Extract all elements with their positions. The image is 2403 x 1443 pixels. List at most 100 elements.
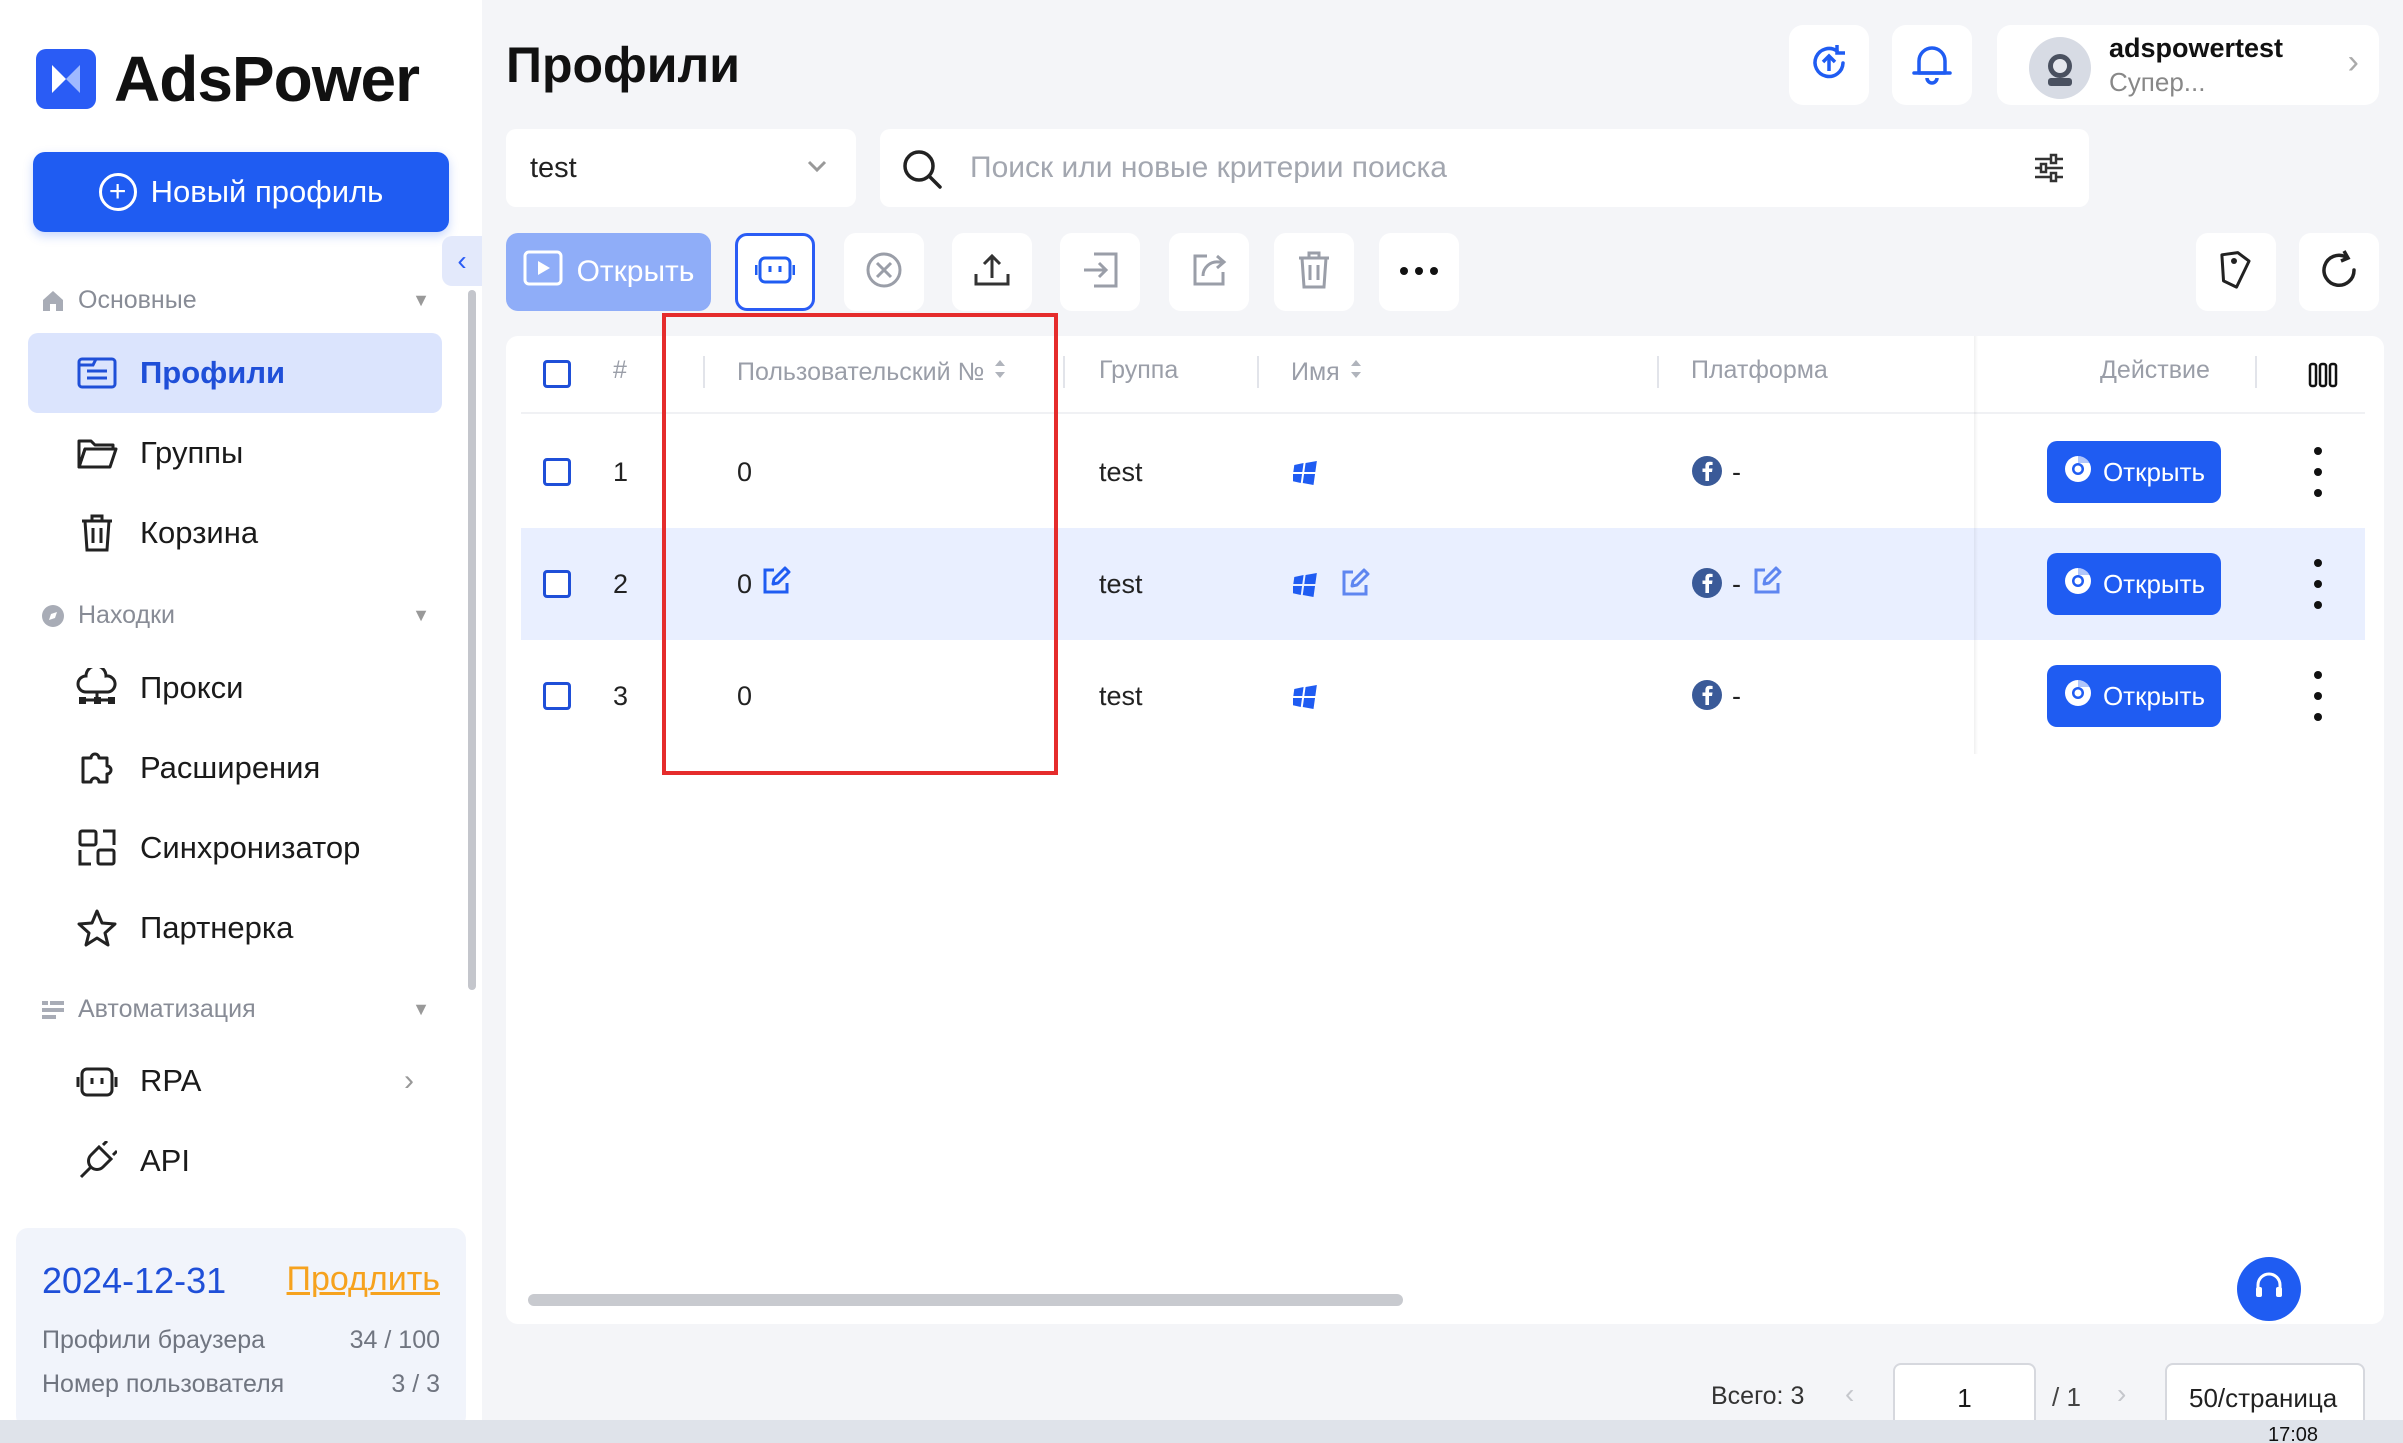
row-group: test bbox=[1099, 569, 1143, 599]
support-chat-button[interactable] bbox=[2237, 1257, 2301, 1321]
open-profile-button[interactable]: Открыть bbox=[2047, 553, 2221, 615]
sidebar-item-label: Группы bbox=[140, 435, 244, 470]
sidebar-item-label: Партнерка bbox=[140, 910, 294, 945]
plug-icon bbox=[76, 1140, 118, 1182]
collapse-sidebar-button[interactable]: ‹ bbox=[442, 236, 482, 286]
row-checkbox[interactable] bbox=[543, 570, 571, 598]
caret-down-icon: ▼ bbox=[412, 999, 430, 1019]
search-icon bbox=[900, 147, 944, 196]
upload-icon bbox=[972, 250, 1012, 295]
next-page-icon[interactable]: › bbox=[2117, 1378, 2126, 1410]
row-more-icon[interactable] bbox=[2310, 671, 2326, 721]
compass-icon bbox=[40, 603, 66, 629]
move-to-group-button[interactable] bbox=[1060, 233, 1140, 311]
windows-icon bbox=[1292, 684, 1319, 715]
tags-button[interactable] bbox=[2196, 233, 2276, 311]
sidebar: AdsPower + Новый профиль Основные ▼ Проф… bbox=[0, 0, 482, 1428]
folder-icon bbox=[76, 432, 118, 474]
sidebar-item-label: Прокси bbox=[140, 670, 244, 705]
column-settings-icon[interactable] bbox=[2308, 362, 2338, 393]
filter-settings-icon[interactable] bbox=[2033, 153, 2065, 188]
row-num: 1 bbox=[613, 457, 629, 487]
user-menu[interactable]: adspowertest Супер... › bbox=[1997, 25, 2379, 105]
sidebar-item-synchronizer[interactable]: Синхронизатор bbox=[28, 808, 442, 888]
row-num: 2 bbox=[613, 569, 629, 599]
sidebar-item-label: Расширения bbox=[140, 750, 321, 785]
facebook-icon bbox=[1691, 567, 1723, 604]
edit-icon[interactable] bbox=[1752, 566, 1782, 601]
col-header-group: Группа bbox=[1099, 356, 1178, 385]
sidebar-item-proxy[interactable]: Прокси bbox=[28, 648, 442, 728]
notifications-button[interactable] bbox=[1892, 25, 1972, 105]
rpa-button[interactable] bbox=[735, 233, 815, 311]
open-profile-button[interactable]: Открыть bbox=[2047, 441, 2221, 503]
section-automation[interactable]: Автоматизация ▼ bbox=[40, 995, 430, 1024]
facebook-icon bbox=[1691, 455, 1723, 492]
row-more-icon[interactable] bbox=[2310, 559, 2326, 609]
section-findings-label: Находки bbox=[78, 601, 176, 629]
app-logo[interactable]: AdsPower bbox=[36, 42, 420, 116]
edit-icon[interactable] bbox=[1340, 568, 1370, 603]
row-checkbox[interactable] bbox=[543, 458, 571, 486]
profiles-list-icon bbox=[76, 352, 118, 394]
sidebar-item-trash[interactable]: Корзина bbox=[28, 493, 442, 573]
page-number-value: 1 bbox=[1957, 1382, 1972, 1413]
col-divider bbox=[2255, 356, 2257, 388]
sidebar-item-label: Синхронизатор bbox=[140, 830, 361, 865]
open-profile-label: Открыть bbox=[2102, 568, 2206, 599]
taskbar-clock: 17:08 bbox=[2268, 1424, 2319, 1443]
move-in-icon bbox=[1080, 250, 1120, 295]
sidebar-item-extensions[interactable]: Расширения bbox=[28, 728, 442, 808]
chevron-right-icon: › bbox=[404, 1064, 414, 1097]
more-actions-button[interactable] bbox=[1379, 233, 1459, 311]
search-placeholder: Поиск или новые критерии поиска bbox=[970, 151, 1447, 184]
col-header-name[interactable]: Имя bbox=[1291, 356, 1364, 389]
star-icon bbox=[76, 907, 118, 949]
row-more-icon[interactable] bbox=[2310, 447, 2326, 497]
home-icon bbox=[40, 288, 66, 314]
sidebar-item-api[interactable]: API bbox=[28, 1121, 442, 1201]
subscription-card: 2024-12-31 Продлить Профили браузера 34 … bbox=[16, 1228, 466, 1428]
adspower-logo-icon bbox=[36, 49, 96, 109]
open-profile-label: Открыть bbox=[2102, 456, 2206, 487]
sync-upload-button[interactable] bbox=[1789, 25, 1869, 105]
chrome-icon bbox=[2063, 566, 2093, 603]
col-divider[interactable] bbox=[1657, 356, 1659, 388]
sidebar-item-groups[interactable]: Группы bbox=[28, 413, 442, 493]
sidebar-item-partner[interactable]: Партнерка bbox=[28, 888, 442, 968]
select-all-checkbox[interactable] bbox=[543, 360, 571, 388]
section-main[interactable]: Основные ▼ bbox=[40, 286, 430, 315]
renew-link[interactable]: Продлить bbox=[287, 1260, 440, 1299]
col-divider[interactable] bbox=[1257, 356, 1259, 388]
col-divider[interactable] bbox=[1063, 356, 1065, 388]
sidebar-item-rpa[interactable]: RPA › bbox=[28, 1041, 442, 1121]
close-browsers-button[interactable] bbox=[844, 233, 924, 311]
share-button[interactable] bbox=[1169, 233, 1249, 311]
open-profile-button[interactable]: Открыть bbox=[2047, 665, 2221, 727]
page-size-value: 50/страница bbox=[2189, 1382, 2338, 1413]
open-selected-button[interactable]: Открыть bbox=[506, 233, 711, 311]
sidebar-scrollbar[interactable] bbox=[468, 290, 476, 990]
table-horizontal-scrollbar[interactable] bbox=[528, 1294, 1403, 1306]
new-profile-button[interactable]: + Новый профиль bbox=[33, 152, 449, 232]
page-title: Профили bbox=[506, 37, 741, 93]
app-name: AdsPower bbox=[114, 43, 420, 115]
user-role: Супер... bbox=[2109, 67, 2206, 97]
prev-page-icon[interactable]: ‹ bbox=[1845, 1378, 1854, 1410]
robot-icon bbox=[76, 1060, 118, 1102]
user-name: adspowertest bbox=[2109, 33, 2284, 63]
delete-button[interactable] bbox=[1274, 233, 1354, 311]
upload-button[interactable] bbox=[952, 233, 1032, 311]
automation-icon bbox=[40, 997, 66, 1023]
search-input[interactable]: Поиск или новые критерии поиска bbox=[880, 129, 2089, 207]
sidebar-item-profiles[interactable]: Профили bbox=[28, 333, 442, 413]
section-findings[interactable]: Находки ▼ bbox=[40, 601, 430, 630]
col-header-action-label: Действие bbox=[2100, 356, 2210, 384]
fixed-column-shadow bbox=[1974, 336, 1978, 754]
plan-users-value: 3 / 3 bbox=[391, 1370, 440, 1398]
refresh-button[interactable] bbox=[2299, 233, 2379, 311]
group-select[interactable]: test bbox=[506, 129, 856, 207]
cloud-sync-icon bbox=[1807, 41, 1851, 90]
caret-down-icon: ▼ bbox=[412, 290, 430, 310]
row-checkbox[interactable] bbox=[543, 682, 571, 710]
